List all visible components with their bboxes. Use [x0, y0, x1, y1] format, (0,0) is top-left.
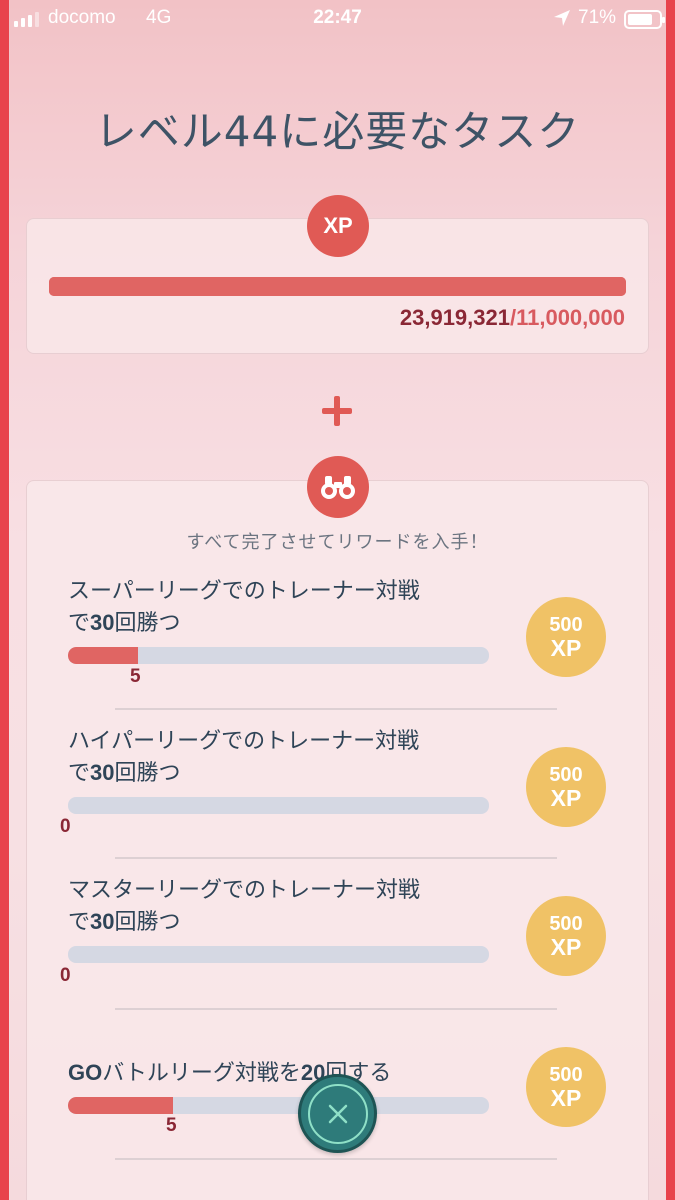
- task-progress-bar: [68, 1097, 489, 1114]
- task-title: マスターリーグでのトレーナー対戦 で30回勝つ: [68, 875, 508, 938]
- task-title-count: 30: [90, 909, 115, 934]
- task-progress-fill: [68, 647, 139, 664]
- reward-amount: 500: [549, 764, 583, 786]
- task-progress-count: 0: [60, 816, 71, 837]
- frame-left-border: [0, 0, 9, 1200]
- battery-icon: [624, 10, 665, 29]
- reward-amount: 500: [549, 1064, 583, 1086]
- reward-unit: XP: [550, 785, 582, 811]
- reward-amount: 500: [549, 614, 583, 636]
- task-divider: [115, 857, 557, 859]
- xp-badge-icon: XP: [307, 195, 369, 257]
- task-divider: [115, 1158, 557, 1160]
- reward-unit: XP: [550, 934, 582, 960]
- reward-xp-badge: 500 XP: [526, 597, 606, 677]
- task-progress-count: 5: [130, 666, 141, 687]
- task-progress-bar: [68, 797, 489, 814]
- xp-required: /11,000,000: [509, 305, 625, 330]
- task-title-line1: マスターリーグでのトレーナー対戦: [68, 878, 421, 903]
- binoculars-icon: [307, 456, 369, 518]
- task-title-pre: で: [68, 910, 91, 935]
- task-title-post: 回勝つ: [114, 611, 181, 636]
- task-title-post: 回勝つ: [114, 761, 181, 786]
- task-progress-bar: [68, 647, 489, 664]
- location-arrow-icon: [553, 9, 571, 33]
- plus-icon: [322, 396, 352, 426]
- task-divider: [115, 708, 557, 710]
- task-title-pre: で: [68, 761, 91, 786]
- task-title-count: 30: [90, 760, 115, 785]
- reward-amount: 500: [549, 913, 583, 935]
- task-title-rest: バトルリーグ対戦を: [102, 1061, 301, 1086]
- reward-xp-badge: 500 XP: [526, 896, 606, 976]
- reward-unit: XP: [550, 635, 582, 661]
- task-progress-bar: [68, 946, 489, 963]
- page-title: レベル44に必要なタスク: [94, 107, 581, 156]
- status-bar: docomo 4G 22:47 71%: [0, 0, 675, 40]
- task-title: GOバトルリーグ対戦を20回する: [68, 1057, 508, 1089]
- battery-percent: 71%: [578, 7, 617, 28]
- tasks-subtitle: すべて完了させてリワードを入手！: [186, 532, 489, 553]
- task-title: ハイパーリーグでのトレーナー対戦 で30回勝つ: [68, 726, 508, 789]
- reward-unit: XP: [550, 1085, 582, 1111]
- task-title: スーパーリーグでのトレーナー対戦 で30回勝つ: [68, 576, 508, 639]
- reward-xp-badge: 500 XP: [526, 747, 606, 827]
- task-title-post: 回勝つ: [114, 910, 181, 935]
- clock: 22:47: [313, 7, 362, 28]
- task-title-go: GO: [68, 1060, 103, 1085]
- xp-progress-fill: [49, 277, 626, 296]
- close-button[interactable]: [298, 1074, 377, 1153]
- task-divider: [115, 1008, 557, 1010]
- close-icon: [307, 1083, 368, 1144]
- task-title-pre: で: [68, 611, 91, 636]
- frame-right-border: [666, 0, 675, 1200]
- task-title-line1: ハイパーリーグでのトレーナー対戦: [68, 729, 420, 754]
- reward-xp-badge: 500 XP: [526, 1047, 606, 1127]
- task-title-count: 30: [90, 610, 115, 635]
- task-progress-fill: [68, 1097, 174, 1114]
- task-item: スーパーリーグでのトレーナー対戦 で30回勝つ 5: [68, 576, 588, 687]
- xp-progress-bar: [49, 277, 626, 296]
- task-progress-count: 0: [60, 965, 71, 986]
- task-progress-count: 5: [166, 1115, 177, 1136]
- task-title-line1: スーパーリーグでのトレーナー対戦: [68, 579, 420, 604]
- xp-count: 23,919,321/11,000,000: [400, 305, 625, 331]
- task-item: マスターリーグでのトレーナー対戦 で30回勝つ 0: [60, 875, 588, 986]
- xp-current: 23,919,321: [399, 305, 510, 330]
- task-item: ハイパーリーグでのトレーナー対戦 で30回勝つ 0: [60, 726, 588, 837]
